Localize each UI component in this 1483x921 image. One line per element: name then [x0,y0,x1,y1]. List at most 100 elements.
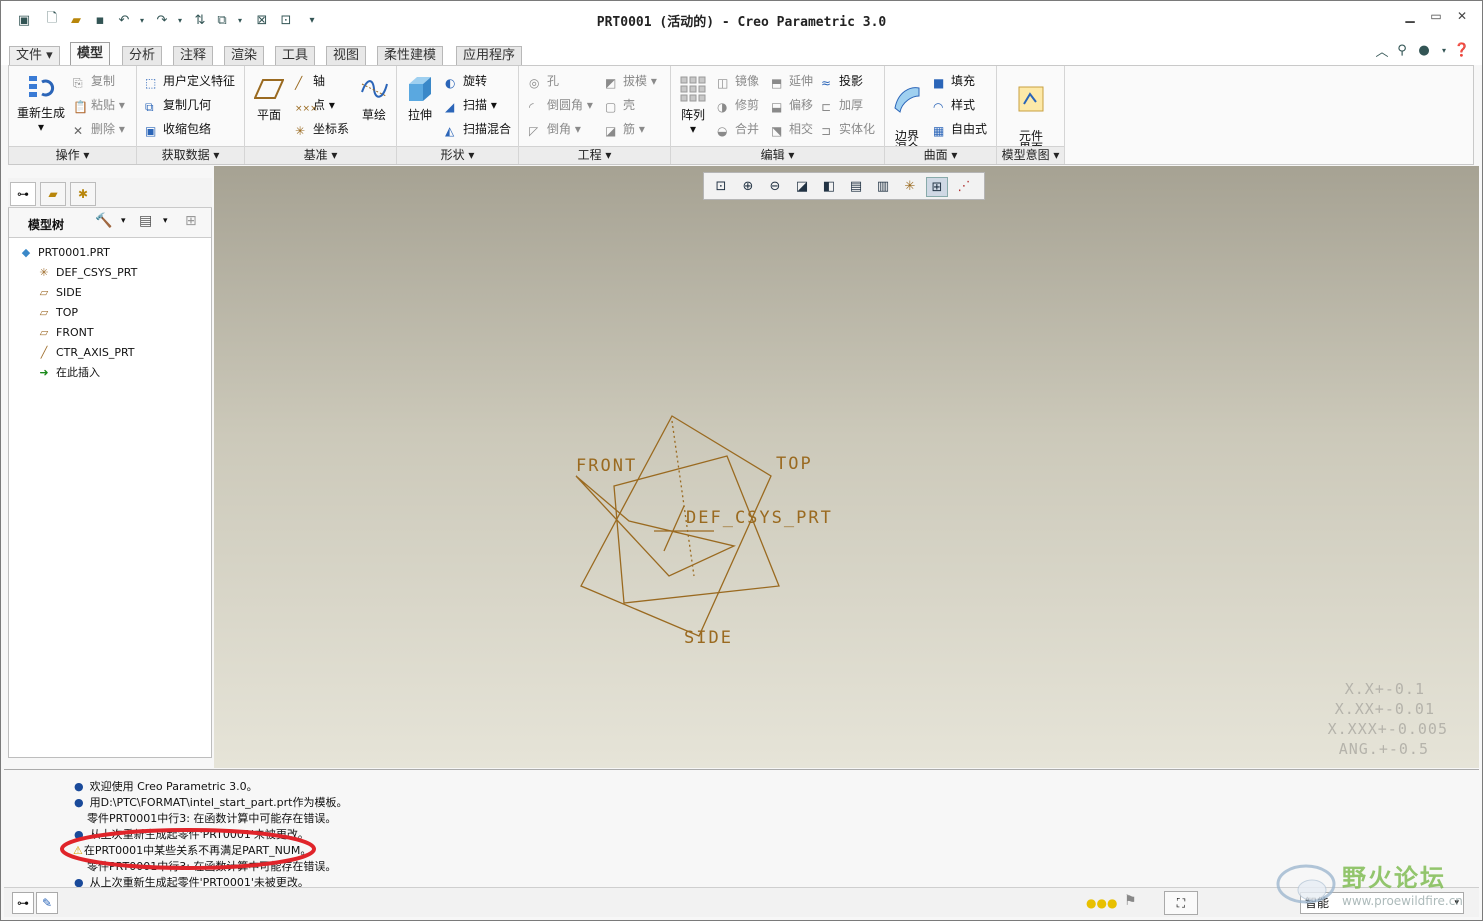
tab-annotate[interactable]: 注释 [173,46,214,66]
close-button[interactable]: ✕ [1451,9,1473,27]
extrude-button[interactable]: 拉伸 [403,74,437,122]
group-label-get-data[interactable]: 获取数据 ▾ [137,146,244,164]
tab-flexible-modeling[interactable]: 柔性建模 [377,46,444,66]
display-style-icon[interactable]: ◧ [818,177,840,197]
datum-display-filters-icon[interactable]: ✳ [899,177,921,197]
copy-button[interactable]: ⎘ 复制 [73,72,115,92]
view-manager-icon[interactable]: ▥ [872,177,894,197]
annotation-display-icon[interactable]: ⋰ [953,177,975,197]
offset-button[interactable]: ⬓ 偏移 [771,96,813,116]
merge-button[interactable]: ◒ 合并 [717,120,759,140]
toggle-navigator-icon[interactable]: ⊶ [12,892,34,914]
round-button[interactable]: ◜ 倒圆角 ▾ [529,96,593,116]
show-dropdown-icon[interactable]: ▾ [163,216,168,226]
project-button[interactable]: ≈ 投影 [821,72,863,92]
tree-item-axis[interactable]: ╱ CTR_AXIS_PRT [36,344,135,362]
point-button[interactable]: ×××点 ▾ [295,96,335,116]
tab-view[interactable]: 视图 [326,46,367,66]
toggle-browser-icon[interactable]: ✎ [36,892,58,914]
filter-icon[interactable]: ⊞ [185,213,197,229]
find-binoculars-icon[interactable]: ⛶ [1164,891,1198,915]
model-tree-tab-icon[interactable]: ⊶ [10,182,36,206]
component-interface-button[interactable]: 元件 界面 [1011,72,1051,154]
regenerate-button[interactable]: 重新生成 ▾ [13,72,69,134]
insert-arrow-icon: ➜ [39,366,49,379]
paste-button[interactable]: 📋 粘贴 ▾ [73,96,125,116]
extend-button[interactable]: ⬒ 延伸 [771,72,813,92]
tab-model[interactable]: 模型 [70,42,111,66]
tree-item-side[interactable]: ▱ SIDE [36,284,82,302]
group-label-engineering[interactable]: 工程 ▾ [519,146,670,164]
spin-center-icon[interactable]: ⊞ [926,177,948,197]
tree-item-part[interactable]: ◆ PRT0001.PRT [18,244,110,262]
favorites-tab-icon[interactable]: ✱ [70,182,96,206]
minimize-ribbon-icon[interactable]: ︿ [1373,41,1391,60]
community-dropdown-icon[interactable]: ▾ [1435,41,1453,59]
regenerate-icon [29,76,55,97]
tree-item-insert-here[interactable]: ➜ 在此插入 [36,364,100,382]
sweep-button[interactable]: ◢ 扫描 ▾ [445,96,497,116]
plane-button[interactable]: 平面 [251,74,287,122]
mirror-button[interactable]: ◫ 镜像 [717,72,759,92]
zoom-in-icon[interactable]: ⊕ [737,177,759,197]
minimize-button[interactable]: ▁ [1399,9,1421,27]
datum-label-csys[interactable]: DEF_CSYS_PRT [686,508,833,528]
rib-button[interactable]: ◪ 筋 ▾ [605,120,645,140]
solidify-button[interactable]: ⊐ 实体化 [821,120,875,140]
sketch-button[interactable]: 草绘 [357,74,391,122]
tree-item-csys[interactable]: ✳ DEF_CSYS_PRT [36,264,137,282]
group-label-model-intent[interactable]: 模型意图 ▾ [997,146,1064,164]
show-icon[interactable]: ▤ [139,213,152,229]
pattern-button[interactable]: 阵列 ▾ [675,74,711,136]
group-label-surfaces[interactable]: 曲面 ▾ [885,146,996,164]
datum-label-side[interactable]: SIDE [684,628,733,648]
settings-icon[interactable]: 🔨 [95,213,112,229]
group-label-operations[interactable]: 操作 ▾ [9,146,136,164]
style-button[interactable]: ◠ 样式 [933,96,975,116]
freestyle-button[interactable]: ▦ 自由式 [933,120,987,140]
tab-file[interactable]: 文件 ▾ [9,46,60,66]
maximize-button[interactable]: ▭ [1425,9,1447,27]
search-icon[interactable]: ⚲ [1393,41,1411,59]
saved-orientations-icon[interactable]: ▤ [845,177,867,197]
group-label-editing[interactable]: 编辑 ▾ [671,146,884,164]
chamfer-button[interactable]: ◸ 倒角 ▾ [529,120,581,140]
tab-tools[interactable]: 工具 [275,46,316,66]
flag-icon[interactable]: ⚑ [1124,893,1137,909]
swept-blend-button[interactable]: ◭ 扫描混合 [445,120,511,140]
revolve-button[interactable]: ◐ 旋转 [445,72,487,92]
zoom-out-icon[interactable]: ⊖ [764,177,786,197]
tab-analysis[interactable]: 分析 [122,46,163,66]
thicken-button[interactable]: ⊏ 加厚 [821,96,863,116]
center-axis[interactable] [671,420,695,577]
trim-button[interactable]: ◑ 修剪 [717,96,759,116]
udf-button[interactable]: ⬚ 用户定义特征 [145,72,235,92]
shell-button[interactable]: ▢ 壳 [605,96,635,116]
folder-browser-tab-icon[interactable]: ▰ [40,182,66,206]
copy-geometry-button[interactable]: ⧉ 复制几何 [145,96,211,116]
group-label-datum[interactable]: 基准 ▾ [245,146,396,164]
datum-label-front[interactable]: FRONT [576,456,637,476]
csys-button[interactable]: ✳ 坐标系 [295,120,349,140]
refit-icon[interactable]: ⊡ [710,177,732,197]
repaint-icon[interactable]: ◪ [791,177,813,197]
tree-item-front[interactable]: ▱ FRONT [36,324,94,342]
tree-item-top[interactable]: ▱ TOP [36,304,78,322]
settings-dropdown-icon[interactable]: ▾ [121,216,126,226]
boundary-blend-button[interactable]: 边界 混合 [887,72,927,154]
fill-button[interactable]: ■ 填充 [933,72,975,92]
intersect-button[interactable]: ⬔ 相交 [771,120,813,140]
ptc-community-icon[interactable]: ● [1415,41,1433,59]
tab-render[interactable]: 渲染 [224,46,265,66]
help-icon[interactable]: ❓ [1453,41,1471,59]
datum-display [575,415,780,637]
axis-button[interactable]: ╱ 轴 [295,72,325,92]
shrinkwrap-button[interactable]: ▣ 收缩包络 [145,120,211,140]
tab-applications[interactable]: 应用程序 [456,46,523,66]
delete-button[interactable]: ✕ 删除 ▾ [73,120,125,140]
draft-button[interactable]: ◩ 拔模 ▾ [605,72,657,92]
group-label-shapes[interactable]: 形状 ▾ [397,146,518,164]
hole-button[interactable]: ◎ 孔 [529,72,559,92]
thicken-icon: ⊏ [821,100,832,114]
datum-label-top[interactable]: TOP [776,454,813,474]
